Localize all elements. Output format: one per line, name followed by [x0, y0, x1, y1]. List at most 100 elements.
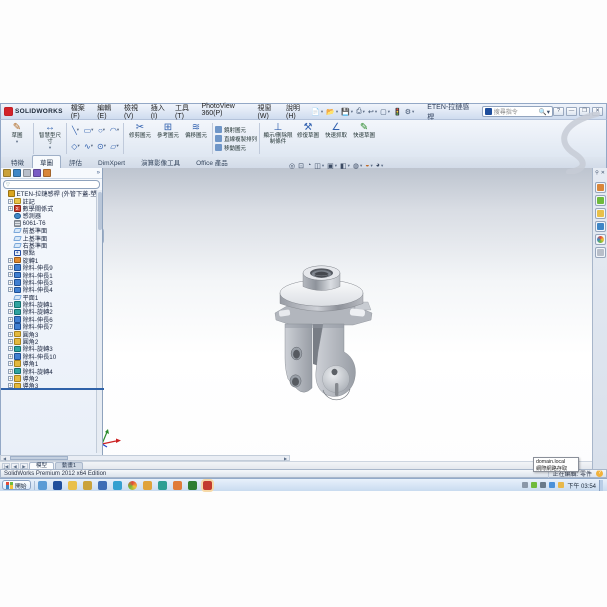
tree-item-cut-revolve4[interactable]: +除料-旋轉4 — [1, 367, 96, 374]
tree-scrollbar-thumb[interactable] — [98, 192, 102, 230]
custom-properties-tab-icon[interactable] — [595, 247, 606, 258]
expand-icon[interactable]: + — [8, 369, 13, 374]
move-entities-button[interactable]: 移動圖元 — [215, 144, 257, 152]
configuration-manager-tab-icon[interactable] — [23, 169, 31, 177]
view-palette-tab-icon[interactable] — [595, 221, 606, 232]
section-view-icon[interactable]: ◫▾ — [314, 162, 324, 170]
taskbar-icon-explorer[interactable] — [53, 481, 62, 490]
tab-scroll-first-icon[interactable]: |◀ — [2, 463, 10, 469]
tree-item-sensors[interactable]: 感測器 — [1, 212, 96, 219]
taskbar-icon-windows[interactable] — [113, 481, 122, 490]
display-manager-tab-icon[interactable] — [43, 169, 51, 177]
tree-item-cut-extrude4[interactable]: +除料-伸長4 — [1, 286, 96, 293]
apply-scene-icon[interactable]: ◕▾ — [376, 162, 384, 169]
part-model[interactable] — [255, 240, 405, 410]
tab-model[interactable]: 模型 — [29, 462, 54, 469]
expand-icon[interactable]: + — [8, 199, 13, 204]
taskbar-icon-ie[interactable] — [38, 481, 47, 490]
rectangle-tool-icon[interactable]: ▭▾ — [84, 126, 94, 135]
minimize-button[interactable]: — — [566, 107, 577, 116]
repair-sketch-button[interactable]: ⚒ 修復草圖 — [294, 121, 322, 156]
sketch-fillet-tool-icon[interactable]: ▱▾ — [110, 142, 118, 151]
undo-button[interactable]: ↩▾ — [368, 108, 377, 116]
menu-photoview[interactable]: PhotoView 360(P) — [201, 103, 251, 120]
expand-icon[interactable]: + — [8, 339, 13, 344]
expand-icon[interactable]: + — [8, 309, 13, 314]
tab-dimxpert[interactable]: DimXpert — [90, 158, 133, 168]
tree-item-cut-extrude10[interactable]: +除料-伸長10 — [1, 353, 96, 360]
menu-view[interactable]: 檢視(V) — [124, 103, 145, 120]
close-task-pane-icon[interactable]: ✕ — [601, 170, 605, 176]
tab-scroll-right-icon[interactable]: ▶ — [20, 463, 28, 469]
taskbar-icon-solidworks[interactable] — [203, 481, 212, 490]
tree-item-right-plane[interactable]: 右基準面 — [1, 242, 96, 249]
hide-show-items-icon[interactable]: ◍▾ — [353, 162, 362, 170]
feature-manager-tab-icon[interactable] — [3, 169, 11, 177]
zoom-area-icon[interactable]: ⊡ — [298, 162, 304, 170]
taskbar-icon-messenger[interactable] — [158, 481, 167, 490]
menu-insert[interactable]: 插入(I) — [151, 103, 169, 120]
menu-help[interactable]: 說明(H) — [286, 103, 307, 120]
show-desktop-button[interactable] — [599, 480, 603, 491]
expand-icon[interactable]: + — [8, 258, 13, 263]
smart-dimension-button[interactable]: ↔ 智慧型尺寸 ▾ — [36, 121, 64, 156]
tray-power-icon[interactable] — [558, 482, 564, 488]
offset-entities-button[interactable]: ≋ 偏移圖元 — [182, 121, 210, 156]
select-button[interactable]: ▢▾ — [380, 108, 390, 116]
expand-icon[interactable]: + — [8, 324, 13, 329]
expand-icon[interactable]: + — [8, 280, 13, 285]
linear-sketch-pattern-button[interactable]: 直線複製排列 — [215, 135, 257, 143]
circle-tool-icon[interactable]: ○▾ — [98, 126, 105, 135]
polygon-tool-icon[interactable]: ◇▾ — [71, 142, 79, 151]
zoom-to-fit-icon[interactable]: ◎ — [289, 162, 295, 170]
save-button[interactable]: 💾▾ — [341, 108, 353, 116]
expand-icon[interactable]: + — [8, 361, 13, 366]
trim-entities-button[interactable]: ✂ 修剪圖元 — [126, 121, 154, 156]
tab-scroll-left-icon[interactable]: ◀ — [11, 463, 19, 469]
file-explorer-tab-icon[interactable] — [595, 208, 606, 219]
menu-file[interactable]: 檔案(F) — [71, 103, 91, 120]
tray-volume-icon[interactable] — [540, 482, 546, 488]
menu-tools[interactable]: 工具(T) — [175, 103, 195, 120]
ellipse-tool-icon[interactable]: ⊙▾ — [97, 142, 106, 151]
view-orientation-icon[interactable]: ▣▾ — [327, 162, 337, 170]
mirror-entities-button[interactable]: 鏡射圖元 — [215, 126, 257, 134]
taskbar-icon-mail[interactable] — [143, 481, 152, 490]
menu-edit[interactable]: 編輯(E) — [97, 103, 118, 120]
tree-scrollbar[interactable] — [96, 190, 102, 453]
expand-icon[interactable]: + — [8, 317, 13, 322]
convert-entities-button[interactable]: ⊞ 參考圖元 — [154, 121, 182, 156]
appearances-tab-icon[interactable] — [595, 234, 606, 245]
tree-item-front-plane[interactable]: 前基準面 — [1, 227, 96, 234]
expand-icon[interactable]: + — [8, 265, 13, 270]
tree-item-material[interactable]: 6061-T6 — [1, 220, 96, 227]
spline-tool-icon[interactable]: ∿▾ — [84, 142, 93, 151]
line-tool-icon[interactable]: ╲▾ — [72, 126, 79, 135]
tree-item-equations[interactable]: +Σ數學關係式 — [1, 205, 96, 212]
expand-icon[interactable]: + — [8, 346, 13, 351]
design-library-tab-icon[interactable] — [595, 195, 606, 206]
help-button[interactable]: ? — [553, 107, 564, 116]
tree-item-origin[interactable]: +原點 — [1, 249, 96, 256]
resources-tab-icon[interactable] — [595, 182, 606, 193]
tray-update-icon[interactable] — [531, 482, 537, 488]
close-button[interactable]: ✕ — [592, 107, 603, 116]
panel-splitter[interactable] — [1, 388, 104, 390]
edit-appearance-icon[interactable]: ◒▾ — [365, 162, 373, 169]
pin-icon[interactable]: ⚲ — [595, 170, 599, 176]
quick-tips-icon[interactable]: ? — [596, 470, 603, 477]
arc-tool-icon[interactable]: ◠▾ — [110, 126, 119, 135]
scroll-left-icon[interactable]: ◀ — [1, 456, 8, 461]
menu-window[interactable]: 視窗(W) — [258, 103, 280, 120]
tree-filter-input[interactable]: ▽ — [3, 180, 100, 189]
expand-icon[interactable]: + — [8, 206, 13, 211]
tree-item-cut-extrude7[interactable]: +除料-伸長7 — [1, 323, 96, 330]
quick-snaps-button[interactable]: ∠ 快速抓取 — [322, 121, 350, 156]
scroll-right-icon[interactable]: ▶ — [282, 456, 289, 461]
dimxpert-manager-tab-icon[interactable] — [33, 169, 41, 177]
open-document-button[interactable]: 📂▾ — [326, 108, 338, 116]
start-button[interactable]: 開始 — [2, 480, 31, 490]
taskbar-icon-media-player[interactable] — [98, 481, 107, 490]
display-style-icon[interactable]: ◧▾ — [340, 162, 350, 170]
tree-item-top-plane[interactable]: 上基準面 — [1, 234, 96, 241]
